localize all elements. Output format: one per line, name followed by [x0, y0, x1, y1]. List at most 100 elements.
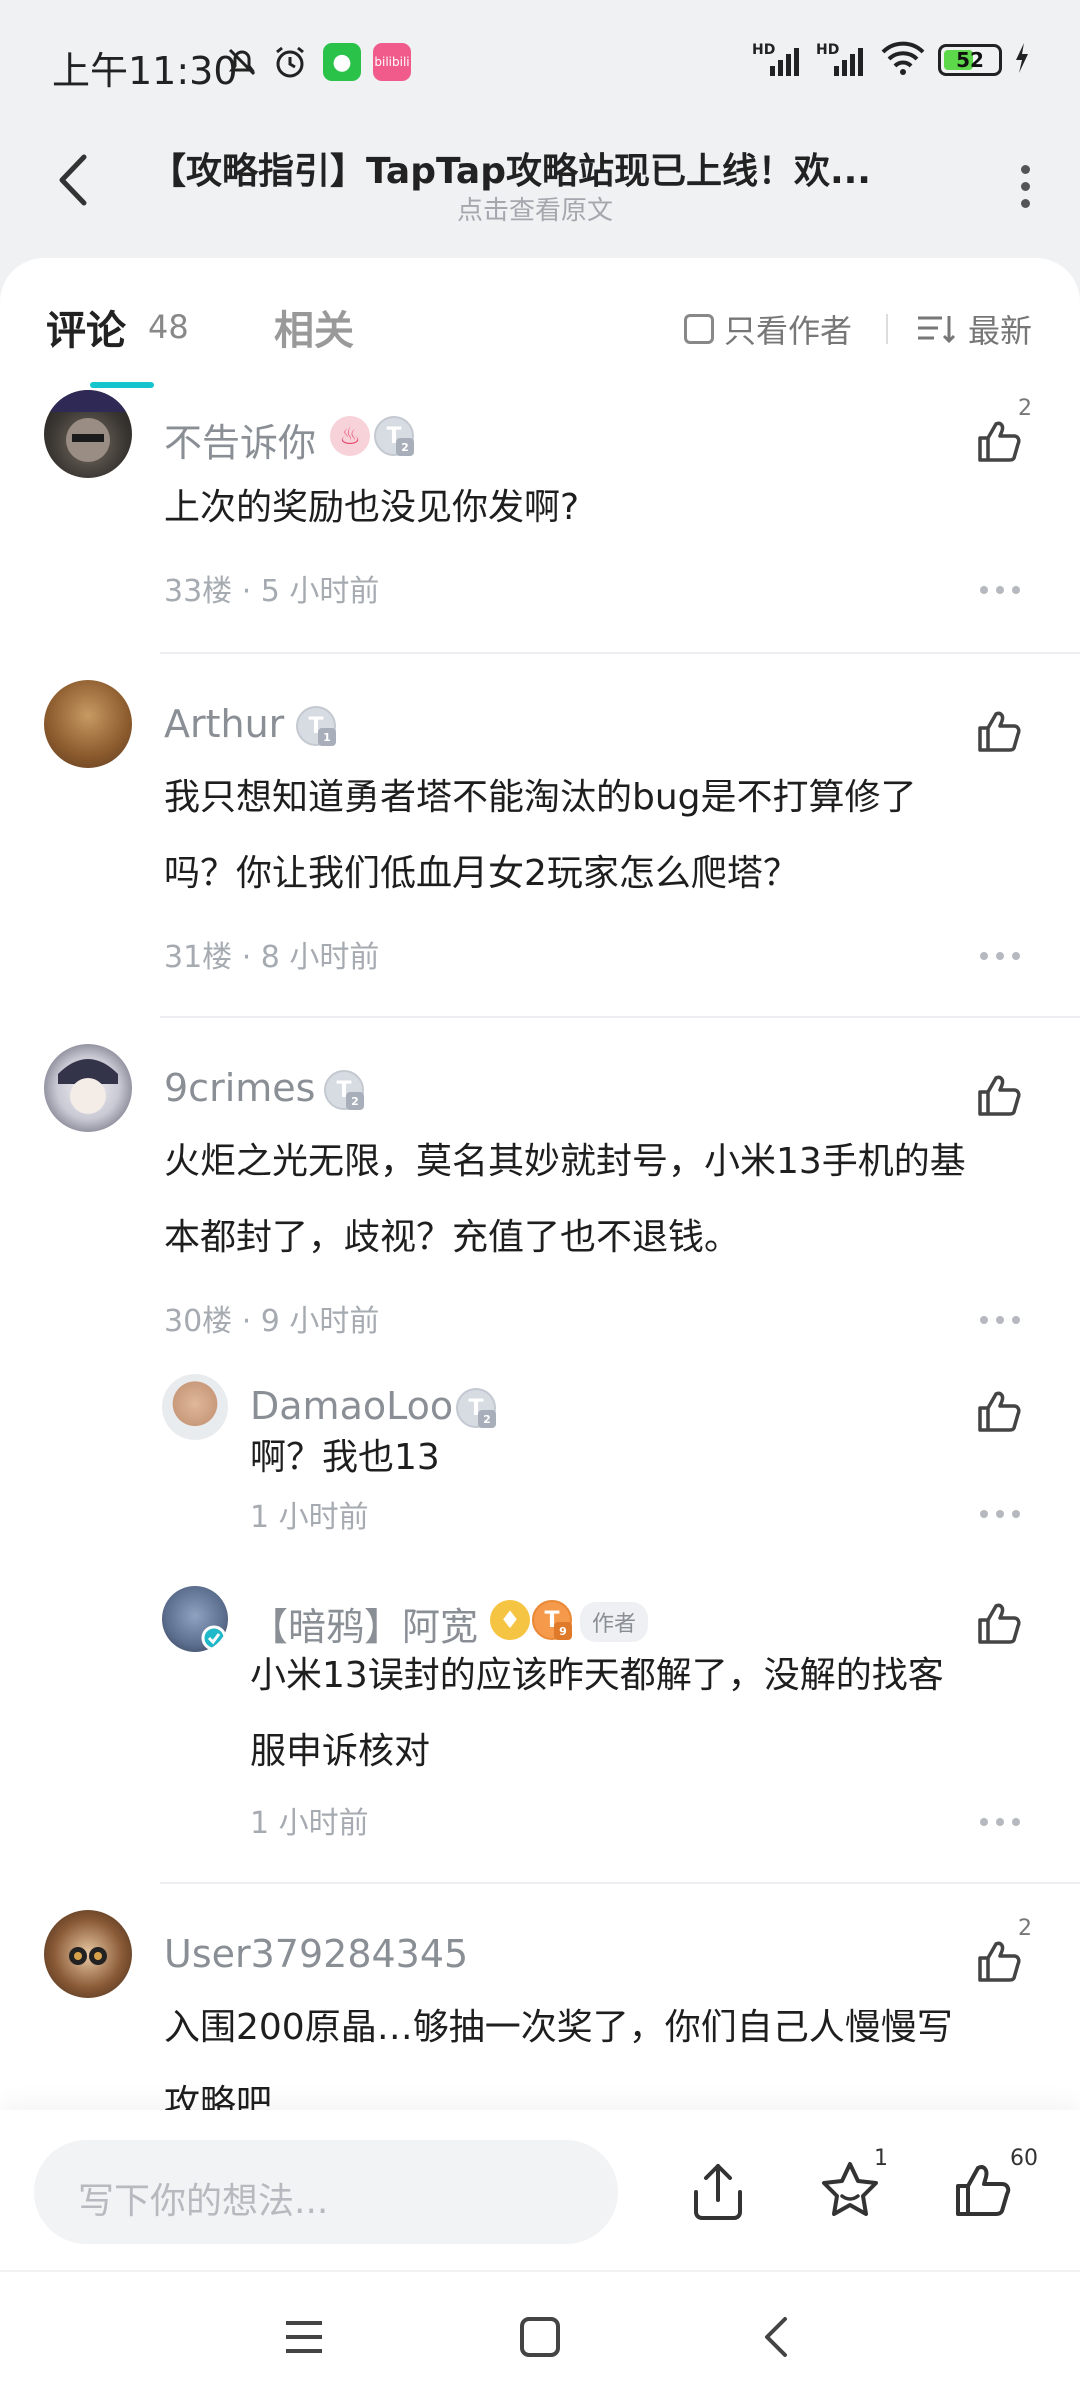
mute-icon — [222, 42, 262, 82]
author-only-toggle[interactable]: 只看作者 — [684, 306, 852, 352]
share-icon — [694, 2164, 742, 2220]
status-time: 上午11:30 — [52, 49, 238, 93]
post-like-count: 60 — [1010, 2146, 1038, 2171]
level-badge-icon: T1 — [296, 706, 336, 746]
level-badge-icon: T2 — [374, 416, 414, 456]
avatar[interactable] — [44, 1910, 132, 1998]
battery-icon: 52 — [938, 44, 1002, 76]
checkbox-icon — [684, 314, 714, 344]
flame-badge-icon: ♨ — [330, 416, 370, 456]
author-gold-badge-icon: ♦ — [490, 1600, 530, 1640]
favorite-button[interactable] — [818, 2158, 882, 2222]
reply-more-button[interactable] — [980, 1504, 1020, 1524]
signal-icon: HD — [752, 42, 804, 78]
comment-meta: 31楼 · 8 小时前 — [164, 940, 380, 975]
view-original-link[interactable]: 点击查看原文 — [0, 190, 1070, 227]
avatar[interactable] — [162, 1374, 228, 1440]
comment-item: 9crimes T2 火炬之光无限，莫名其妙就封号，小米13手机的基 本都封了，… — [0, 1044, 1080, 1344]
more-dot — [1020, 181, 1030, 191]
reply-item: DamaoLoo T2 啊？我也13 1 小时前 — [0, 1374, 1080, 1554]
level-badge-icon: T9 — [532, 1600, 572, 1640]
comment-item: Arthur T1 我只想知道勇者塔不能淘汰的bug是不打算修了 吗？你让我们低… — [0, 680, 1080, 980]
comment-more-button[interactable] — [980, 1310, 1020, 1330]
like-button[interactable] — [974, 1070, 1024, 1120]
system-status-icons: HD HD 52 — [752, 40, 1030, 80]
thumbs-up-icon — [978, 1603, 1021, 1644]
top-header: 【攻略指引】TapTap攻略站现已上线！欢... 点击查看原文 — [0, 120, 1080, 260]
comment-item: User379284345 2 入围200原晶…够抽一次奖了，你们自己人慢慢写 … — [0, 1910, 1080, 2118]
username[interactable]: User379284345 — [164, 1932, 468, 1976]
tab-divider — [886, 314, 888, 344]
more-options-button[interactable] — [1010, 156, 1040, 216]
sort-icon — [918, 316, 956, 344]
thumbs-up-icon — [956, 2165, 1011, 2216]
comment-more-button[interactable] — [980, 946, 1020, 966]
comment-meta: 33楼 · 5 小时前 — [164, 574, 380, 609]
bilibili-icon: bilibili — [372, 42, 412, 82]
charging-icon — [1014, 43, 1030, 77]
sort-button[interactable]: 最新 — [916, 306, 1032, 352]
username[interactable]: DamaoLoo — [250, 1384, 453, 1428]
share-button[interactable] — [686, 2160, 750, 2224]
divider — [160, 652, 1080, 654]
comment-input-placeholder: 写下你的想法... — [78, 2181, 329, 2222]
square-icon — [520, 2317, 560, 2357]
comments-panel: 评论 48 相关 只看作者 最新 不告诉你 ♨ T2 2 上次的奖励也没见你发啊… — [0, 258, 1080, 2118]
post-title[interactable]: 【攻略指引】TapTap攻略站现已上线！欢... — [150, 142, 910, 194]
comment-text-line: 本都封了，歧视？充值了也不退钱。 — [164, 1217, 741, 1258]
back-nav-button[interactable] — [746, 2312, 806, 2362]
favorite-count: 1 — [874, 2146, 888, 2171]
menu-icon — [286, 2321, 322, 2353]
comment-text-line: 火炬之光无限，莫名其妙就封号，小米13手机的基 — [164, 1141, 966, 1182]
like-button[interactable] — [974, 1936, 1024, 1986]
avatar[interactable] — [44, 390, 132, 478]
comment-text-line: 我只想知道勇者塔不能淘汰的bug是不打算修了 — [164, 777, 917, 818]
comment-more-button[interactable] — [980, 580, 1020, 600]
reply-text-line: 服申诉核对 — [250, 1731, 431, 1772]
more-dot — [1020, 198, 1030, 208]
active-tab-indicator — [90, 382, 154, 388]
thumbs-up-icon — [978, 1075, 1021, 1116]
avatar[interactable] — [162, 1586, 228, 1652]
home-nav-button[interactable] — [510, 2312, 570, 2362]
alarm-icon — [270, 42, 310, 82]
avatar[interactable] — [44, 1044, 132, 1132]
author-only-label: 只看作者 — [724, 312, 853, 350]
level-badge-icon: T2 — [456, 1388, 496, 1428]
comment-text-line: 吗？你让我们低血月女2玩家怎么爬塔？ — [164, 853, 799, 894]
reply-more-button[interactable] — [980, 1812, 1020, 1832]
level-badge-icon: T2 — [324, 1070, 364, 1110]
wifi-icon — [880, 40, 926, 80]
like-button[interactable] — [974, 416, 1024, 466]
avatar[interactable] — [44, 680, 132, 768]
reply-meta: 1 小时前 — [250, 1806, 369, 1841]
reply-meta: 1 小时前 — [250, 1500, 369, 1535]
comment-item: 不告诉你 ♨ T2 2 上次的奖励也没见你发啊? 33楼 · 5 小时前 — [0, 390, 1080, 620]
username[interactable]: 不告诉你 — [164, 412, 316, 467]
thumbs-up-icon — [978, 1941, 1021, 1982]
more-dot — [1020, 164, 1030, 174]
reply-text-line: 小米13误封的应该昨天都解了，没解的找客 — [250, 1655, 944, 1696]
thumbs-up-icon — [978, 711, 1021, 752]
comment-input[interactable]: 写下你的想法... — [34, 2140, 618, 2244]
wechat-icon: ● — [322, 42, 362, 82]
like-button[interactable] — [974, 1598, 1024, 1648]
post-like-button[interactable] — [950, 2158, 1014, 2222]
username[interactable]: 9crimes — [164, 1066, 315, 1110]
username[interactable]: Arthur — [164, 702, 284, 746]
menu-nav-button[interactable] — [274, 2312, 334, 2362]
like-button[interactable] — [974, 1386, 1024, 1436]
tab-comments[interactable]: 评论 — [46, 298, 126, 356]
divider — [160, 1882, 1080, 1884]
comments-count: 48 — [148, 308, 189, 346]
comment-meta: 30楼 · 9 小时前 — [164, 1304, 380, 1339]
author-tag: 作者 — [580, 1602, 649, 1642]
like-button[interactable] — [974, 706, 1024, 756]
bottom-action-bar: 写下你的想法... 1 60 — [0, 2110, 1080, 2270]
reply-text: 啊？我也13 — [250, 1437, 440, 1478]
comment-tabs: 评论 48 相关 只看作者 最新 — [0, 258, 1080, 388]
like-count: 2 — [1018, 396, 1032, 421]
battery-level: 52 — [956, 48, 984, 72]
tab-related[interactable]: 相关 — [274, 298, 354, 356]
divider — [160, 1016, 1080, 1018]
